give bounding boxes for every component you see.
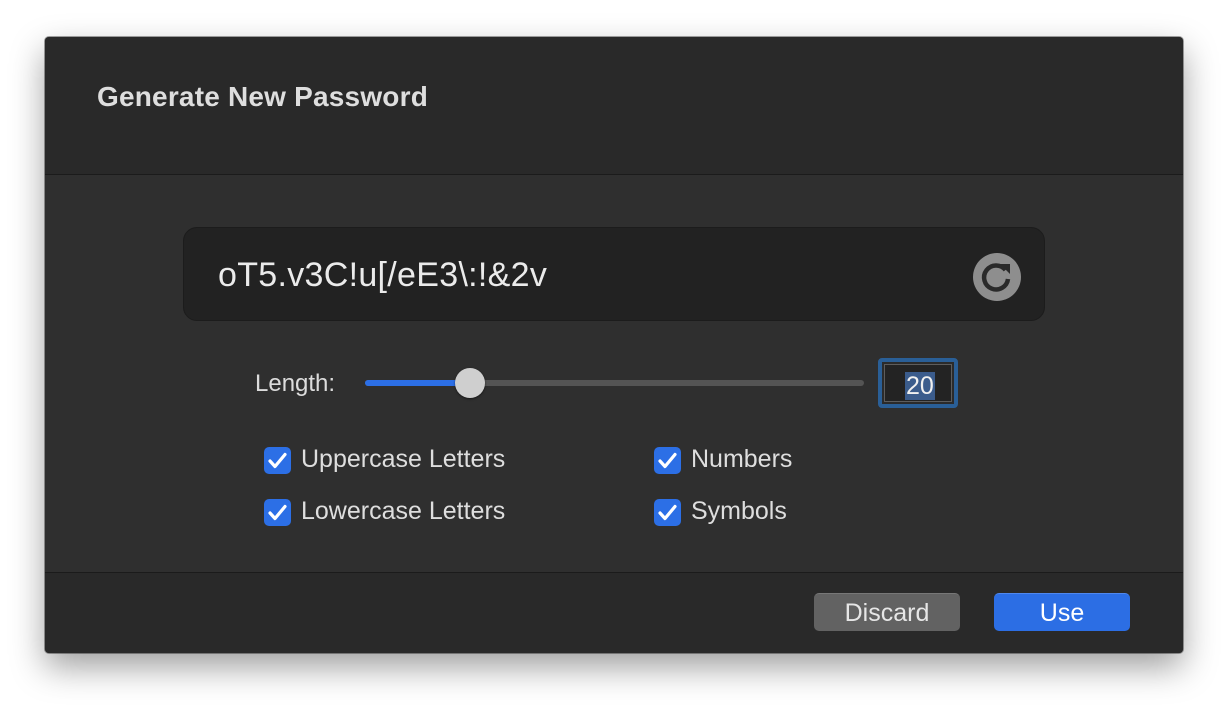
length-slider[interactable] <box>365 368 864 398</box>
dialog-footer: Discard Use <box>45 572 1183 653</box>
password-text[interactable]: oT5.v3C!u[/eE3\:!&2v <box>218 256 547 295</box>
length-input-inner: 20 <box>884 364 952 402</box>
numbers-checkbox[interactable] <box>654 447 681 474</box>
symbols-label: Symbols <box>691 497 787 525</box>
dialog-header: Generate New Password <box>45 37 1183 175</box>
dialog-title: Generate New Password <box>97 81 428 112</box>
password-field[interactable]: oT5.v3C!u[/eE3\:!&2v <box>183 227 1045 321</box>
checkmark-icon <box>268 504 287 521</box>
generate-password-dialog: Generate New Password oT5.v3C!u[/eE3\:!&… <box>45 37 1183 653</box>
uppercase-checkbox[interactable] <box>264 447 291 474</box>
lowercase-label: Lowercase Letters <box>301 497 506 525</box>
length-input[interactable]: 20 <box>878 358 958 408</box>
length-value[interactable]: 20 <box>905 372 935 400</box>
lowercase-checkbox[interactable] <box>264 499 291 526</box>
length-slider-thumb[interactable] <box>455 368 485 398</box>
refresh-button[interactable] <box>973 253 1021 301</box>
numbers-label: Numbers <box>691 445 793 473</box>
use-button[interactable]: Use <box>994 593 1130 631</box>
checkmark-icon <box>658 504 677 521</box>
refresh-icon <box>981 263 1011 292</box>
discard-button[interactable]: Discard <box>814 593 960 631</box>
checkmark-icon <box>268 452 287 469</box>
symbols-checkbox[interactable] <box>654 499 681 526</box>
length-label: Length: <box>255 370 336 397</box>
uppercase-label: Uppercase Letters <box>301 445 506 473</box>
checkmark-icon <box>658 452 677 469</box>
